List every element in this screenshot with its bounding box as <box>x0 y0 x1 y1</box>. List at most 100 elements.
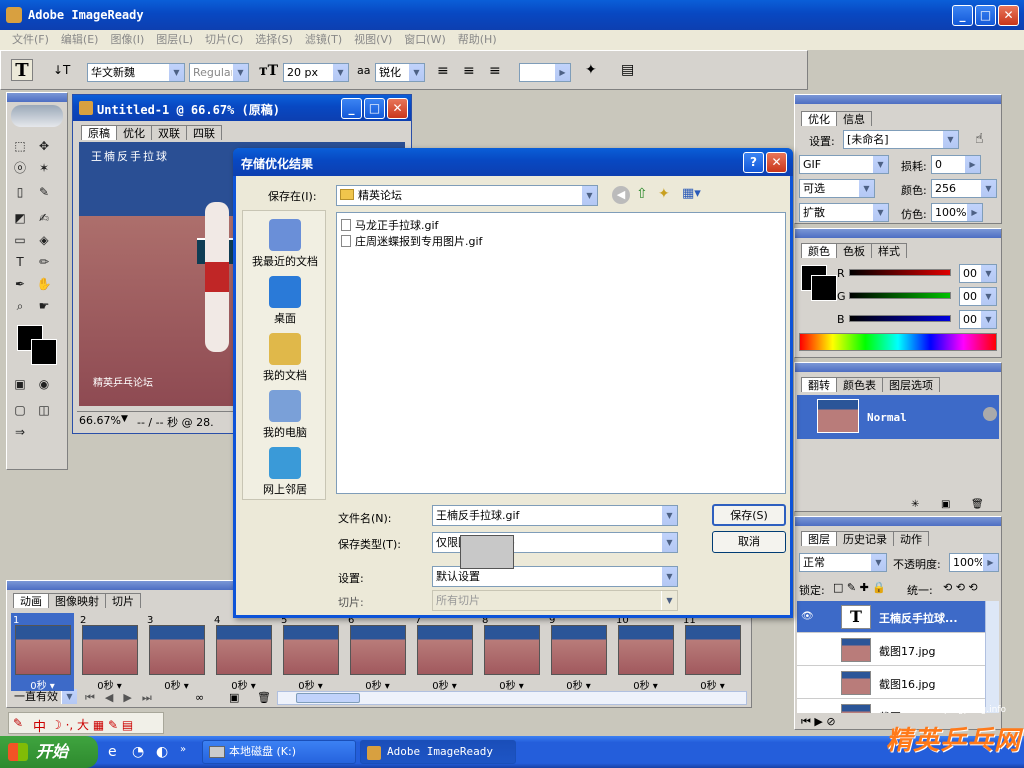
save-in-select[interactable]: 精英论坛 ▼ <box>336 185 598 206</box>
type-tool-icon[interactable]: T <box>11 253 29 271</box>
fill-tool-icon[interactable]: ◈ <box>35 231 53 249</box>
delete-frame-icon[interactable]: 🗑 <box>257 691 271 704</box>
tracking-field[interactable]: ▶ <box>519 63 571 82</box>
optimize-settings-select[interactable]: [未命名] ▼ <box>843 130 959 149</box>
dither-field[interactable]: 100% ▶ <box>931 203 983 222</box>
delete-state-icon[interactable]: 🗑 <box>971 499 984 510</box>
animation-frame[interactable]: 11 0秒 ▾ <box>681 613 744 692</box>
slice-tool-icon[interactable]: ✎ <box>35 183 53 201</box>
save-button[interactable]: 保存(S) <box>712 504 786 526</box>
color-tab[interactable]: 色板 <box>836 243 872 258</box>
rollover-tab[interactable]: 图层选项 <box>882 377 940 392</box>
layers-tab[interactable]: 历史记录 <box>836 531 894 546</box>
layers-tab[interactable]: 动作 <box>893 531 929 546</box>
quicklaunch-icon-3[interactable]: ◐ <box>156 744 168 760</box>
doc-minimize-button[interactable]: _ <box>341 98 362 119</box>
animation-frame[interactable]: 8 0秒 ▾ <box>480 613 543 692</box>
task-imageready[interactable]: Adobe ImageReady <box>360 740 516 764</box>
frame-delay[interactable]: 0秒 ▾ <box>547 677 610 692</box>
layers-tab[interactable]: 图层 <box>801 531 837 546</box>
warp-text-icon[interactable]: ✦ <box>585 62 597 78</box>
layer-row[interactable]: 👁截图16.jpg <box>797 667 985 699</box>
hand-tool-icon[interactable]: ✋ <box>35 275 53 293</box>
help-button[interactable]: ? <box>743 152 764 173</box>
palette-select[interactable]: 可选 ▼ <box>799 179 875 198</box>
menu-item[interactable]: 帮助(H) <box>452 30 503 50</box>
frame-delay[interactable]: 0秒 ▾ <box>11 677 74 692</box>
channel-value-field[interactable]: 00 ▼ <box>959 264 997 283</box>
text-orientation-icon[interactable]: ↓T <box>53 63 70 77</box>
animation-frame[interactable]: 7 0秒 ▾ <box>413 613 476 692</box>
optimize-tab[interactable]: 优化 <box>801 111 837 126</box>
animation-tab[interactable]: 切片 <box>105 593 141 608</box>
colors-select[interactable]: 256 ▼ <box>931 179 997 198</box>
frame-delay[interactable]: 0秒 ▾ <box>614 677 677 692</box>
document-tab[interactable]: 双联 <box>151 125 187 140</box>
animation-frame[interactable]: 3 0秒 ▾ <box>145 613 208 692</box>
align-center-icon[interactable]: ≡ <box>463 63 475 79</box>
switch-tool-icon[interactable]: ▢ <box>11 401 29 419</box>
eyedropper-tool-icon[interactable]: ✒ <box>11 275 29 293</box>
font-style-select[interactable]: Regular ▼ <box>189 63 249 82</box>
layer-row[interactable]: 👁 T 王楠反手拉球... <box>797 601 985 633</box>
animation-scroll-thumb[interactable] <box>296 693 360 703</box>
zoom-tool-icon[interactable]: ⌕ <box>11 297 29 315</box>
new-folder-icon[interactable]: ✦ <box>658 186 670 202</box>
unify-icons[interactable]: ⟲ ⟲ ⟲ <box>943 581 978 594</box>
layers-scrollbar[interactable] <box>985 601 999 713</box>
frame-delay[interactable]: 0秒 ▾ <box>279 677 342 692</box>
menu-item[interactable]: 选择(S) <box>249 30 299 50</box>
menu-item[interactable]: 图像(I) <box>104 30 150 50</box>
pencil-tool-icon[interactable]: ✏ <box>35 253 53 271</box>
animation-controls[interactable]: ⏮◀▶⏭ <box>85 691 162 705</box>
animation-tab[interactable]: 图像映射 <box>48 593 106 608</box>
place-network-places[interactable]: 网上邻居 <box>243 447 327 497</box>
rollover-tool-icon[interactable]: ☛ <box>35 297 53 315</box>
crop-tool-icon[interactable]: ▯ <box>11 183 29 201</box>
ime-tools-icons[interactable]: ☽ ·, 大 ▦ ✎ ▤ <box>51 716 133 733</box>
up-folder-icon[interactable]: ⇧ <box>636 186 648 202</box>
layer-row[interactable]: 👁截图17.jpg <box>797 634 985 666</box>
jump-tool-icon[interactable]: ⇒ <box>11 423 29 441</box>
task-local-disk[interactable]: 本地磁盘 (K:) <box>202 740 356 764</box>
type-tool-icon[interactable]: T <box>11 59 33 81</box>
frame-delay[interactable]: 0秒 ▾ <box>78 677 141 692</box>
antialias-select[interactable]: 锐化 ▼ <box>375 63 425 82</box>
frame-delay[interactable]: 0秒 ▾ <box>346 677 409 692</box>
channel-slider[interactable] <box>849 292 951 299</box>
back-icon[interactable]: ◀ <box>612 186 630 204</box>
layers-footer-icons[interactable]: ⏮ ▶ ⊘ <box>801 715 836 729</box>
animation-frame[interactable]: 2 0秒 ▾ <box>78 613 141 692</box>
document-tab[interactable]: 四联 <box>186 125 222 140</box>
animation-frame[interactable]: 4 0秒 ▾ <box>212 613 275 692</box>
frame-delay[interactable]: 0秒 ▾ <box>413 677 476 692</box>
tween-icon[interactable]: ∞ <box>195 691 204 704</box>
rollover-tab[interactable]: 翻转 <box>801 377 837 392</box>
start-button[interactable]: 开始 <box>0 736 98 768</box>
color-bg-swatch[interactable] <box>811 275 837 301</box>
menu-item[interactable]: 窗口(W) <box>398 30 451 50</box>
ime-mode[interactable]: 中 <box>33 716 46 735</box>
marquee-tool-icon[interactable]: ⬚ <box>11 137 29 155</box>
filename-input[interactable]: 王楠反手拉球.gif ▼ <box>432 505 678 526</box>
frame-delay[interactable]: 0秒 ▾ <box>145 677 208 692</box>
dialog-close-button[interactable]: ✕ <box>766 152 787 173</box>
file-item[interactable]: 庄周迷蝶报到专用图片.gif <box>341 233 482 249</box>
maximize-button[interactable]: □ <box>975 5 996 26</box>
animation-scrollbar[interactable] <box>277 691 747 705</box>
align-right-icon[interactable]: ≡ <box>489 63 501 79</box>
place-desktop[interactable]: 桌面 <box>243 276 327 326</box>
menu-item[interactable]: 滤镜(T) <box>299 30 348 50</box>
menu-item[interactable]: 编辑(E) <box>55 30 105 50</box>
color-ramp[interactable] <box>799 333 997 351</box>
menu-item[interactable]: 切片(C) <box>199 30 249 50</box>
animation-frame[interactable]: 5 0秒 ▾ <box>279 613 342 692</box>
frame-delay[interactable]: 0秒 ▾ <box>681 677 744 692</box>
file-list[interactable]: 马龙正手拉球.gif 庄周迷蝶报到专用图片.gif <box>336 212 786 494</box>
font-size-select[interactable]: 20 px ▼ <box>283 63 349 82</box>
image-map-tool-icon[interactable]: ◫ <box>35 401 53 419</box>
lasso-tool-icon[interactable]: ⓞ <box>11 159 29 177</box>
document-tab[interactable]: 优化 <box>116 125 152 140</box>
animation-frame[interactable]: 1 0秒 ▾ <box>11 613 74 692</box>
format-select[interactable]: GIF ▼ <box>799 155 889 174</box>
